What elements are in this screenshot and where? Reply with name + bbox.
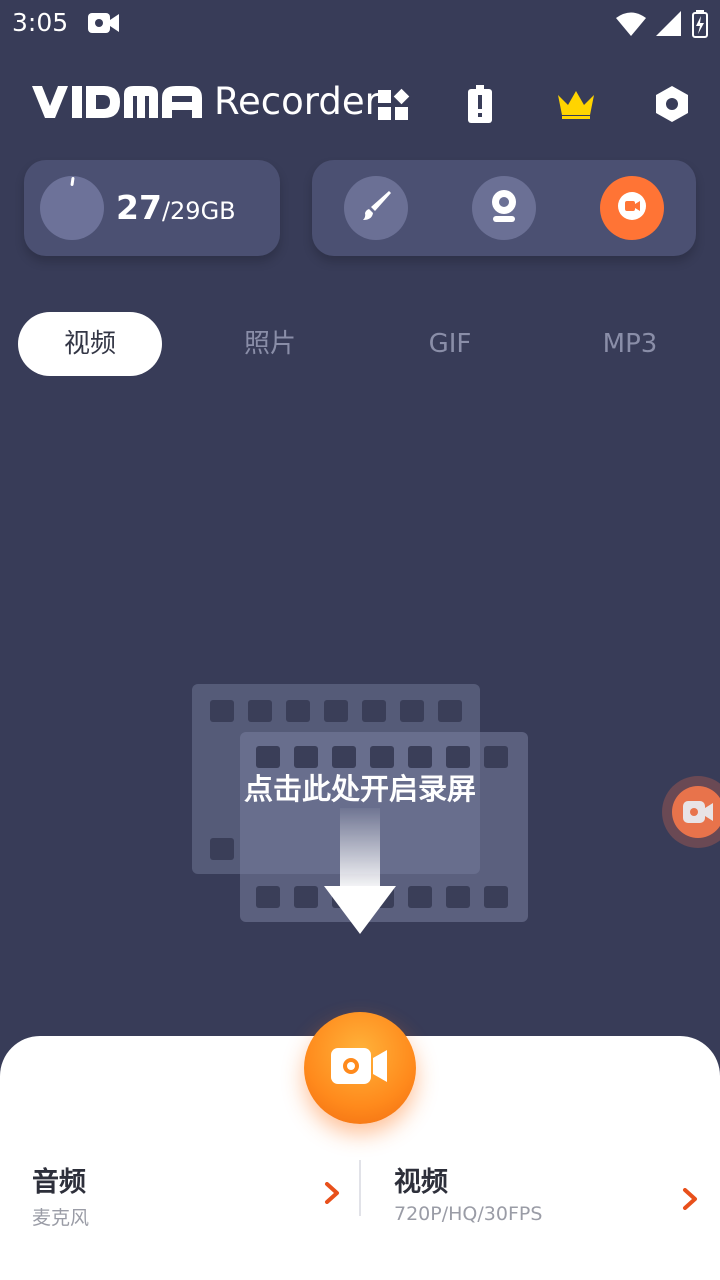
settings-icon[interactable]: [650, 82, 694, 126]
brush-icon: [359, 189, 393, 227]
webcam-button[interactable]: [472, 176, 536, 240]
video-settings-subtitle: 720P/HQ/30FPS: [394, 1203, 543, 1225]
video-settings-option[interactable]: 视频 720P/HQ/30FPS: [394, 1160, 542, 1230]
audio-subtitle: 麦克风: [32, 1207, 90, 1229]
audio-title: 音频: [32, 1167, 86, 1198]
tab-mp3[interactable]: MP3: [558, 312, 702, 376]
signal-icon: [656, 11, 682, 41]
wifi-icon: [616, 11, 646, 41]
app-header: Recorder: [0, 74, 720, 134]
video-settings-title: 视频: [394, 1167, 448, 1198]
brush-button[interactable]: [344, 176, 408, 240]
apps-grid-icon[interactable]: [376, 88, 410, 126]
media-tabs: 视频 照片 GIF MP3: [0, 312, 720, 376]
options-divider: [359, 1160, 361, 1216]
status-icons: [616, 10, 708, 42]
floating-recorder-button[interactable]: [600, 176, 664, 240]
video-camera-icon: [88, 12, 120, 38]
floating-record-icon: [672, 786, 720, 838]
storage-used: 27: [116, 188, 162, 227]
start-recording-hint[interactable]: 点击此处开启录屏: [0, 766, 720, 808]
webcam-icon: [489, 189, 519, 227]
video-camera-icon: [331, 1046, 389, 1090]
vidma-logo: [30, 84, 206, 124]
storage-text: 27/29GB: [116, 188, 236, 227]
record-icon: [617, 191, 647, 225]
tab-video[interactable]: 视频: [18, 312, 162, 376]
chevron-right-icon[interactable]: [682, 1188, 698, 1214]
storage-card[interactable]: 27/29GB: [24, 160, 280, 256]
chevron-right-icon[interactable]: [324, 1182, 340, 1208]
tab-gif[interactable]: GIF: [378, 312, 522, 376]
battery-charging-icon: [692, 10, 708, 42]
floating-bubble[interactable]: [662, 776, 720, 848]
arrow-down-icon: [324, 808, 396, 938]
record-button[interactable]: [304, 1012, 416, 1124]
battery-alert-icon[interactable]: [458, 82, 502, 126]
status-time: 3:05: [12, 8, 69, 37]
storage-total: /29GB: [161, 197, 236, 225]
status-bar: 3:05: [0, 0, 720, 50]
audio-option[interactable]: 音频 麦克风: [32, 1160, 89, 1230]
crown-icon[interactable]: [554, 82, 598, 126]
tools-card: [312, 160, 696, 256]
app-name: Recorder: [214, 80, 380, 123]
tab-photo[interactable]: 照片: [198, 312, 342, 376]
